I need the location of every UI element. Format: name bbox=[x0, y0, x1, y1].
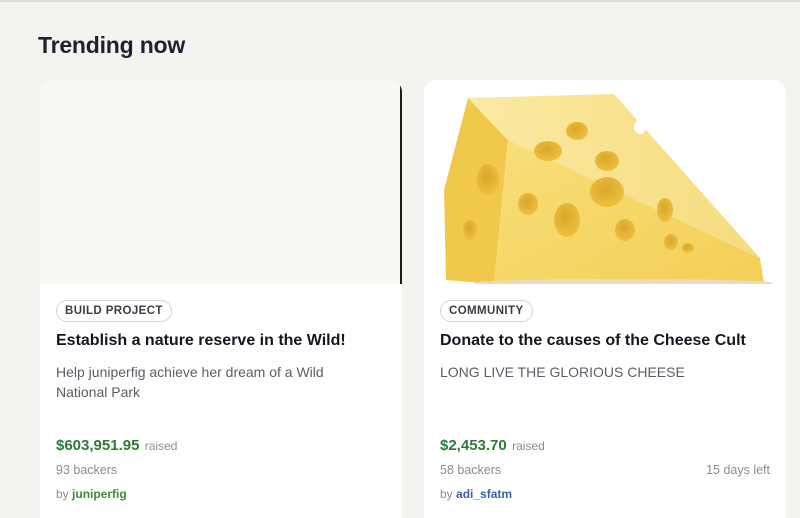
byline: by adi_sfatm bbox=[440, 487, 512, 501]
raised-label: raised bbox=[512, 439, 545, 453]
raised-amount: $603,951.95 bbox=[56, 437, 140, 454]
raised-row: $2,453.70 raised bbox=[440, 437, 545, 454]
byline: by juniperfig bbox=[56, 487, 127, 501]
campaign-card[interactable]: BUILD PROJECT Establish a nature reserve… bbox=[40, 80, 402, 518]
campaign-image-cheese[interactable] bbox=[424, 80, 786, 287]
campaign-title[interactable]: Donate to the causes of the Cheese Cult bbox=[440, 332, 774, 350]
raised-label: raised bbox=[144, 439, 178, 453]
section-title: Trending now bbox=[38, 32, 186, 58]
author-link[interactable]: juniperfig bbox=[72, 487, 127, 501]
category-badge[interactable]: BUILD PROJECT bbox=[56, 300, 172, 322]
campaign-description: Help juniperfig achieve her dream of a W… bbox=[56, 364, 324, 400]
top-divider bbox=[0, 0, 800, 2]
by-label: by bbox=[440, 487, 453, 501]
by-label: by bbox=[56, 487, 69, 501]
campaign-image[interactable] bbox=[40, 80, 402, 284]
backers-count: 93 backers bbox=[56, 463, 118, 477]
campaign-card[interactable]: COMMUNITY Donate to the causes of the Ch… bbox=[424, 80, 786, 518]
author-link[interactable]: adi_sfatm bbox=[456, 487, 512, 501]
backers-count: 58 backers bbox=[440, 463, 502, 477]
cheese-image bbox=[444, 94, 774, 287]
raised-row: $603,951.95 raised bbox=[56, 437, 177, 454]
campaign-title[interactable]: Establish a nature reserve in the Wild! bbox=[56, 332, 390, 350]
campaign-description: LONG LIVE THE GLORIOUS CHEESE bbox=[440, 364, 685, 380]
days-left: 15 days left bbox=[706, 463, 770, 477]
raised-amount: $2,453.70 bbox=[440, 437, 507, 454]
category-badge[interactable]: COMMUNITY bbox=[440, 300, 533, 322]
